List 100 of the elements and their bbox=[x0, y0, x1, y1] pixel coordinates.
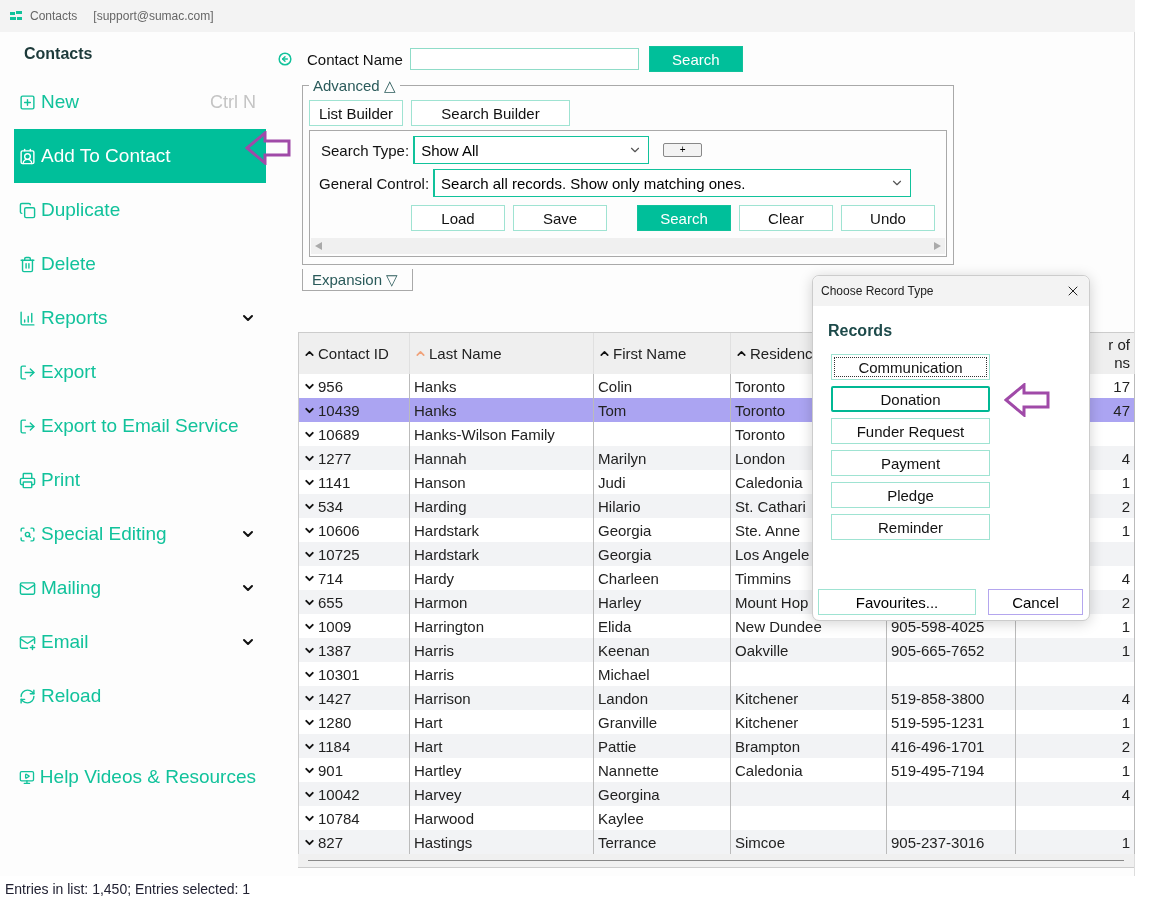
dialog-button[interactable]: Cancel bbox=[988, 589, 1083, 615]
table-cell: 10301 bbox=[318, 665, 360, 683]
action-button[interactable]: Load bbox=[411, 205, 505, 231]
table-cell: 956 bbox=[318, 377, 344, 395]
table-cell: 827 bbox=[318, 833, 344, 851]
table-cell: 10725 bbox=[318, 545, 360, 563]
builder-tab[interactable]: List Builder bbox=[309, 100, 403, 126]
record-type-button[interactable]: Pledge bbox=[831, 482, 990, 508]
arrow-icon bbox=[1004, 383, 1050, 417]
video-icon bbox=[19, 768, 35, 786]
table-cell: Georgia bbox=[598, 521, 652, 539]
search-document-icon bbox=[19, 525, 36, 543]
record-type-button[interactable]: Donation bbox=[831, 386, 990, 412]
sidebar-title: Contacts bbox=[23, 43, 94, 64]
action-button[interactable]: Clear bbox=[739, 205, 833, 231]
table-cell: Hardstark bbox=[414, 545, 480, 563]
table-cell: 534 bbox=[318, 497, 344, 515]
table-cell: Harley bbox=[598, 593, 642, 611]
action-button[interactable]: Save bbox=[513, 205, 607, 231]
table-cell: Hastings bbox=[414, 833, 473, 851]
arrow-icon bbox=[245, 131, 291, 165]
table-cell: 1 bbox=[1121, 473, 1130, 491]
table-cell: Hart bbox=[414, 737, 443, 755]
table-cell: Toronto bbox=[735, 401, 786, 419]
table-cell: Kitchener bbox=[735, 689, 799, 707]
action-button[interactable]: Undo bbox=[841, 205, 935, 231]
table-cell: 1277 bbox=[318, 449, 352, 467]
table-row[interactable]: 1184 Hart Pattie Brampton 416-496-1701 2 bbox=[299, 734, 1134, 758]
table-cell: Hanson bbox=[414, 473, 466, 491]
table-cell: 17 bbox=[1113, 377, 1130, 395]
table-row[interactable]: 1387 Harris Keenan Oakville 905-665-7652 1 bbox=[299, 638, 1134, 662]
field-label: Search Type: bbox=[321, 141, 410, 159]
table-cell: 655 bbox=[318, 593, 344, 611]
shortcut-label: Ctrl N bbox=[210, 91, 256, 113]
table-cell: 4 bbox=[1121, 785, 1130, 803]
record-type-button[interactable]: Communication bbox=[831, 354, 990, 380]
table-cell: 1 bbox=[1121, 521, 1130, 539]
table-cell: 905-237-3016 bbox=[891, 833, 985, 851]
add-button[interactable]: + bbox=[663, 143, 703, 157]
table-cell: 519-495-7194 bbox=[891, 761, 985, 779]
table-cell: Harwood bbox=[414, 809, 475, 827]
table-cell: Hanks bbox=[414, 377, 457, 395]
plus-square-icon bbox=[19, 93, 36, 111]
table-cell: Georgia bbox=[598, 545, 652, 563]
record-type-button[interactable]: Reminder bbox=[831, 514, 990, 540]
section-legend[interactable]: Advanced △ bbox=[309, 77, 400, 95]
table-cell: Pattie bbox=[598, 737, 637, 755]
contact-name-field[interactable] bbox=[409, 48, 639, 70]
table-cell: 901 bbox=[318, 761, 344, 779]
builder-tab[interactable]: Search Builder bbox=[411, 100, 570, 126]
table-cell: Caledonia bbox=[735, 761, 803, 779]
refresh-icon bbox=[19, 687, 36, 705]
scrollbar[interactable] bbox=[298, 854, 1134, 868]
table-cell: 2 bbox=[1121, 737, 1130, 755]
table-cell: London bbox=[735, 449, 786, 467]
table-cell: Los Angele bbox=[735, 545, 810, 563]
table-cell: 1 bbox=[1121, 833, 1130, 851]
table-cell: 1184 bbox=[318, 737, 351, 755]
table-cell: 1 bbox=[1121, 713, 1130, 731]
table-cell: Landon bbox=[598, 689, 649, 707]
record-type-button[interactable]: Funder Request bbox=[831, 418, 990, 444]
table-cell: Charleen bbox=[598, 569, 659, 587]
table-cell: Harris bbox=[414, 665, 454, 683]
table-cell: 2 bbox=[1121, 593, 1130, 611]
table-cell: 1280 bbox=[318, 713, 352, 731]
search-type-dropdown[interactable]: Show All bbox=[413, 136, 650, 164]
general-control-dropdown[interactable]: Search all records. Show only matching ones. bbox=[433, 169, 912, 197]
table-cell: 416-496-1701 bbox=[891, 737, 985, 755]
dialog-title: Choose Record Type bbox=[821, 284, 934, 298]
status-text: Entries in list: 1,450; Entries selected: 1 bbox=[4, 880, 252, 899]
table-cell: Harvey bbox=[414, 785, 462, 803]
table-cell: Brampton bbox=[735, 737, 801, 755]
table-cell: Judi bbox=[598, 473, 626, 491]
table-cell: Michael bbox=[598, 665, 650, 683]
table-cell: Colin bbox=[598, 377, 633, 395]
dialog-button[interactable]: Favourites... bbox=[818, 589, 976, 615]
table-cell: Marilyn bbox=[598, 449, 647, 467]
record-type-button[interactable]: Payment bbox=[831, 450, 990, 476]
expansion-toggle[interactable]: Expansion ▽ bbox=[302, 269, 413, 291]
table-cell: Simcoe bbox=[735, 833, 786, 851]
table-row[interactable]: 1427 Harrison Landon Kitchener 519-858-3800 4 bbox=[299, 686, 1134, 710]
table-row[interactable]: 10042 Harvey Georgina 4 bbox=[299, 782, 1134, 806]
table-cell: Keenan bbox=[598, 641, 650, 659]
table-row[interactable]: 827 Hastings Terrance Simcoe 905-237-3016 1 bbox=[299, 830, 1134, 854]
window-title: Contacts bbox=[30, 9, 78, 23]
table-cell: 4 bbox=[1121, 569, 1130, 587]
table-cell: 1 bbox=[1121, 761, 1130, 779]
table-cell: 2 bbox=[1121, 497, 1130, 515]
table-cell: 1387 bbox=[318, 641, 352, 659]
account-label: [support@sumac.com] bbox=[93, 9, 214, 23]
printer-icon bbox=[19, 471, 36, 489]
trash-icon bbox=[19, 255, 36, 273]
table-cell: 1141 bbox=[318, 473, 351, 491]
export-icon bbox=[19, 363, 36, 381]
table-cell: 1009 bbox=[318, 617, 352, 635]
field-label: Contact Name bbox=[307, 50, 403, 68]
table-cell: Harding bbox=[414, 497, 467, 515]
table-cell: 519-858-3800 bbox=[891, 689, 985, 707]
table-cell: Harmon bbox=[414, 593, 468, 611]
copy-icon bbox=[19, 201, 36, 219]
